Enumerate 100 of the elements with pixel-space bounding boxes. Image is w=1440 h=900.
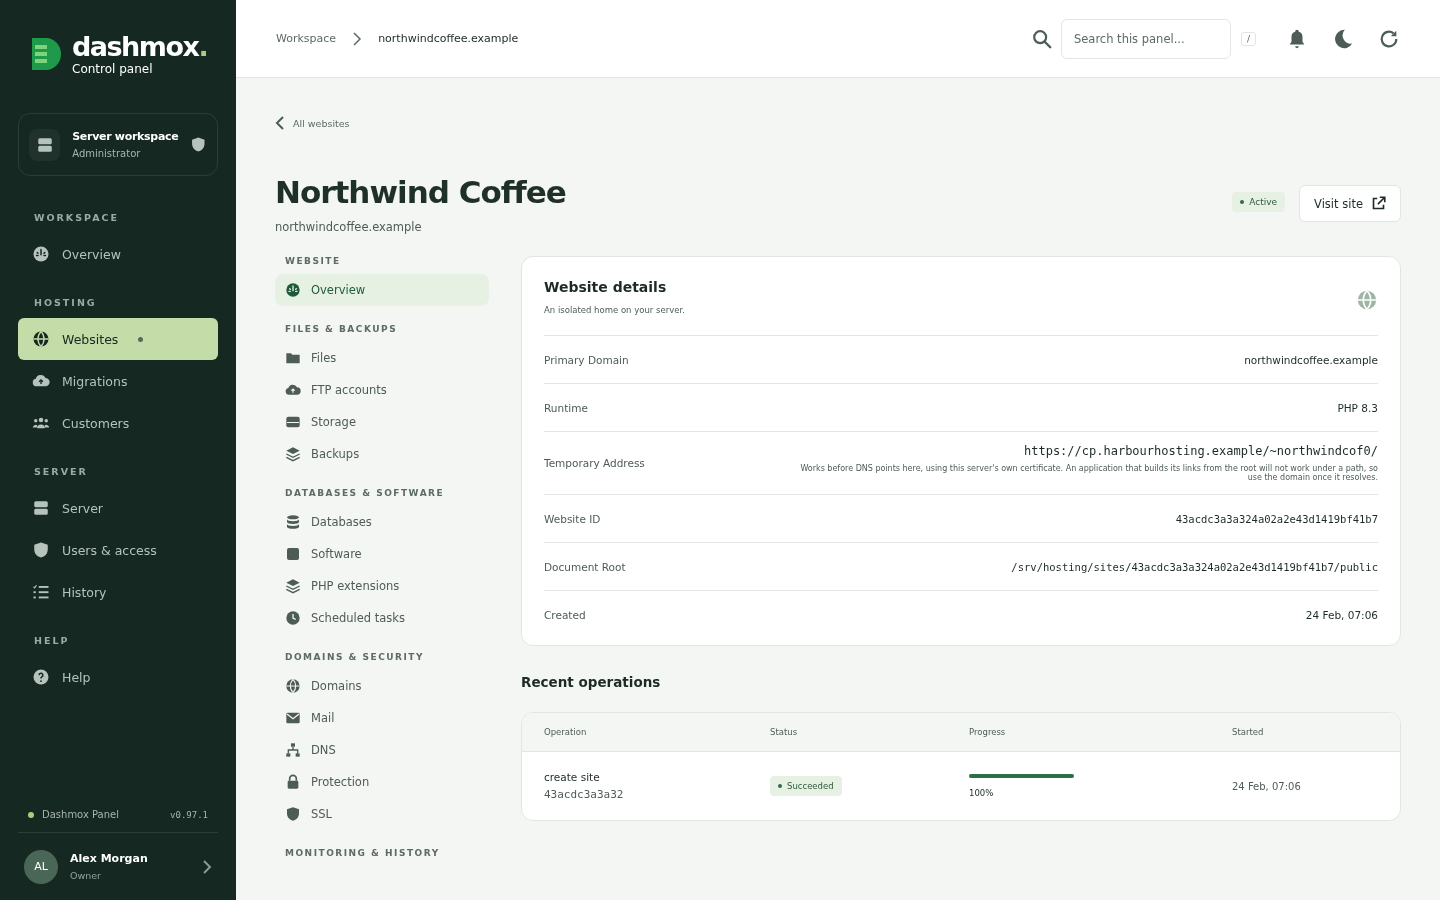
column-header: Operation <box>544 727 588 737</box>
storage-icon <box>285 414 301 430</box>
subnav-item[interactable]: Protection <box>275 766 489 798</box>
operation-id: 43acdc3a3a32 <box>544 788 625 801</box>
detail-value: 43acdc3a3a324a02a2e43d1419bf41b7 <box>1175 512 1378 525</box>
status-badge: Succeeded <box>770 776 842 796</box>
user-name: Alex Morgan <box>70 852 149 865</box>
status-badge: Active <box>1232 192 1286 212</box>
section-heading: DATABASES & SOFTWARE <box>284 488 446 500</box>
subnav-item[interactable]: DNS <box>275 734 489 766</box>
subnav-item[interactable]: Files <box>275 342 489 374</box>
status-label: Dashmox Panel <box>42 809 119 820</box>
layers-icon <box>285 578 301 594</box>
breadcrumb-item[interactable]: Workspace <box>276 32 337 45</box>
section-heading: SERVER <box>33 465 89 479</box>
section-heading: DOMAINS & SECURITY <box>284 652 425 664</box>
chevron-left-icon <box>275 116 285 130</box>
logo-icon <box>32 38 62 70</box>
section-heading: WEBSITE <box>284 256 342 268</box>
detail-label: Website ID <box>544 512 601 525</box>
progress-value: 100% <box>969 788 995 798</box>
sidebar-item[interactable]: Customers <box>18 402 218 444</box>
subnav-item[interactable]: Mail <box>275 702 489 734</box>
subnav-item[interactable]: Overview <box>275 274 489 306</box>
detail-value: 24 Feb, 07:06 <box>1305 609 1378 621</box>
subnav-item[interactable]: Software <box>275 538 489 570</box>
subnav-item[interactable]: Backups <box>275 438 489 470</box>
section-heading: MONITORING & HISTORY <box>284 848 441 860</box>
chevron-right-icon <box>352 31 363 46</box>
page-title: Northwind Coffee <box>275 174 567 210</box>
gauge-icon <box>32 245 50 263</box>
external-link-icon <box>1371 196 1386 211</box>
version-label: v0.97.1 <box>170 809 208 820</box>
workspace-switcher[interactable]: Server workspace Administrator <box>18 113 218 176</box>
sidebar-item[interactable]: History <box>18 571 218 613</box>
subnav-item[interactable]: Storage <box>275 406 489 438</box>
user-role: Owner <box>70 870 103 881</box>
column-header: Started <box>1232 727 1265 737</box>
sidebar-item[interactable]: Migrations <box>18 360 218 402</box>
sidebar-item[interactable]: Overview <box>18 233 218 275</box>
section-heading: WORKSPACE <box>33 211 120 225</box>
table-cell-text: 24 Feb, 07:06 <box>1232 780 1302 792</box>
checklist-icon <box>32 583 50 601</box>
section-heading: HELP <box>33 634 71 648</box>
gauge-icon <box>285 282 301 298</box>
shortcut-key: / <box>1240 31 1256 46</box>
moon-icon[interactable] <box>1332 27 1354 50</box>
shield-icon <box>285 806 301 822</box>
column-header: Status <box>770 727 799 737</box>
search-icon[interactable] <box>1030 27 1053 50</box>
cloud-upload-icon <box>285 382 301 398</box>
sidebar-item[interactable]: Server <box>18 487 218 529</box>
operation-name: create site <box>544 771 601 783</box>
detail-value: PHP 8.3 <box>1337 401 1378 414</box>
card-subtitle: An isolated home on your server. <box>544 305 685 315</box>
detail-label: Created <box>544 609 586 621</box>
subnav-item[interactable]: FTP accounts <box>275 374 489 406</box>
detail-value: /srv/hosting/sites/43acdc3a3a324a02a2e43d1419bf41b7/public <box>1011 560 1378 573</box>
detail-label: Document Root <box>544 560 626 573</box>
section-title: Recent operations <box>521 674 662 690</box>
subnav-item[interactable]: SSL <box>275 798 489 830</box>
help-icon <box>32 668 50 686</box>
shield-icon <box>190 136 207 153</box>
sidebar-item[interactable]: Websites <box>18 318 218 360</box>
column-header: Progress <box>969 727 1007 737</box>
globe-icon <box>1356 289 1378 311</box>
detail-label: Runtime <box>544 401 588 414</box>
shield-icon <box>32 541 50 559</box>
avatar: AL <box>24 849 58 884</box>
visit-site-button[interactable]: Visit site <box>1299 185 1401 222</box>
database-icon <box>285 514 301 530</box>
brand-name: dashmox. <box>72 32 208 62</box>
folder-icon <box>285 350 301 366</box>
network-icon <box>285 742 301 758</box>
subnav-item[interactable]: PHP extensions <box>275 570 489 602</box>
sidebar-item[interactable]: Help <box>18 656 218 698</box>
chevron-right-icon <box>202 858 212 875</box>
search-field[interactable]: Search this panel... <box>1060 18 1231 59</box>
server-icon <box>29 128 61 161</box>
server-icon <box>32 499 50 517</box>
mail-icon <box>285 710 301 726</box>
clock-icon <box>285 610 301 626</box>
globe-icon <box>285 678 301 694</box>
subnav-item[interactable]: Scheduled tasks <box>275 602 489 634</box>
detail-label: Temporary Address <box>544 457 645 469</box>
back-link[interactable]: All websites <box>275 116 350 130</box>
detail-value: northwindcoffee.example <box>1244 353 1378 366</box>
detail-label: Primary Domain <box>544 353 629 366</box>
help-text: Works before DNS points here, using this server's own certificate. An application that builds its links from the root will not work under a path, so use the domain once it resolves. <box>799 464 1378 482</box>
user-menu[interactable]: AL Alex Morgan Owner <box>18 832 218 900</box>
layers-icon <box>285 446 301 462</box>
address-link[interactable]: https://cp.harbourhosting.example/~northwindcof0/ <box>1024 444 1378 458</box>
page-subtitle: northwindcoffee.example <box>275 220 423 234</box>
workspace-role: Administrator <box>72 148 142 159</box>
subnav-item[interactable]: Databases <box>275 506 489 538</box>
subnav-item[interactable]: Domains <box>275 670 489 702</box>
sidebar-item[interactable]: Users & access <box>18 529 218 571</box>
globe-icon <box>32 330 50 348</box>
box-icon <box>285 546 301 562</box>
brand-tagline: Control panel <box>72 62 154 76</box>
